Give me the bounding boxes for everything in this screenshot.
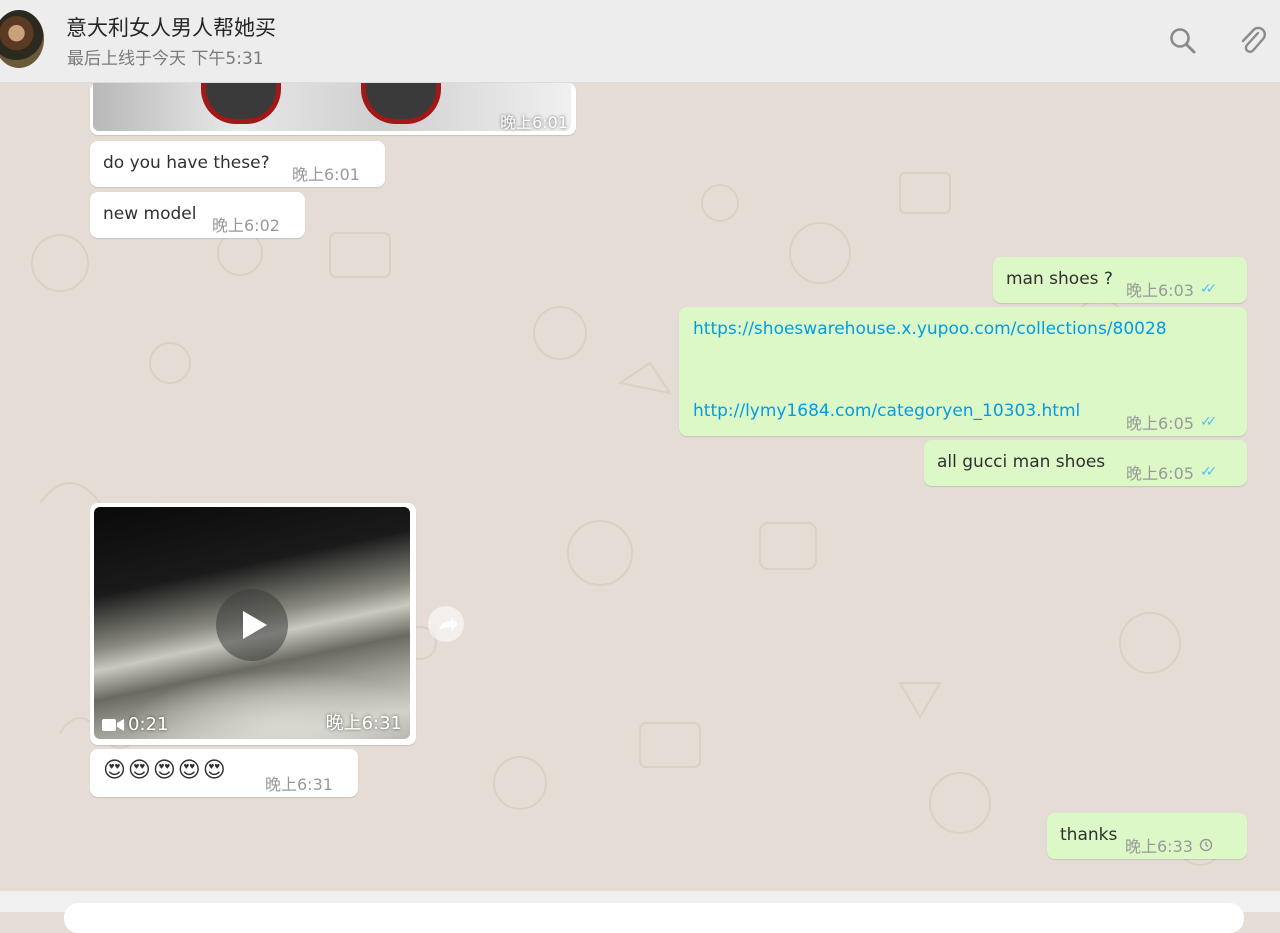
message-time: 晚上6:01: [500, 113, 568, 132]
message-meta: 晚上6:33: [1125, 833, 1213, 857]
last-seen-status: 最后上线于今天 下午5:31: [67, 49, 264, 69]
message-input[interactable]: [64, 903, 1244, 933]
message-time: 晚上6:31: [325, 713, 402, 734]
double-check-icon: ✓✓: [1199, 281, 1218, 297]
outgoing-message[interactable]: all gucci man shoes 晚上6:05 ✓✓: [924, 440, 1247, 486]
message-time: 晚上6:05: [1126, 464, 1194, 483]
message-time: 晚上6:01: [292, 165, 360, 184]
incoming-image-message[interactable]: 晚上6:01: [90, 83, 576, 135]
video-camera-icon: [102, 718, 124, 731]
incoming-message[interactable]: do you have these? 晚上6:01: [90, 141, 385, 187]
incoming-video-message[interactable]: 0:21 晚上6:31: [90, 503, 416, 745]
contact-name[interactable]: 意大利女人男人帮她买: [66, 12, 276, 42]
message-text: man shoes ?: [1006, 269, 1113, 289]
video-thumbnail[interactable]: 0:21 晚上6:31: [94, 507, 410, 739]
message-text: new model: [103, 204, 197, 224]
forward-icon[interactable]: [428, 606, 464, 642]
message-emoji: 😍😍😍😍😍: [103, 758, 228, 783]
double-check-icon: ✓✓: [1199, 414, 1218, 430]
search-icon[interactable]: [1166, 24, 1200, 58]
incoming-message[interactable]: new model 晚上6:02: [90, 192, 305, 238]
message-meta: 晚上6:03 ✓✓: [1126, 277, 1218, 301]
video-duration: 0:21: [102, 714, 168, 735]
message-text: do you have these?: [103, 153, 270, 173]
outgoing-message[interactable]: https://shoeswarehouse.x.yupoo.com/colle…: [679, 307, 1247, 436]
compose-bar: [0, 891, 1280, 933]
paperclip-icon[interactable]: [1236, 24, 1270, 58]
message-link[interactable]: https://shoeswarehouse.x.yupoo.com/colle…: [693, 319, 1167, 339]
message-time: 晚上6:33: [1125, 837, 1193, 856]
message-list[interactable]: 晚上6:01 do you have these? 晚上6:01 new mod…: [0, 83, 1280, 891]
message-time: 晚上6:05: [1126, 414, 1194, 433]
incoming-message[interactable]: 😍😍😍😍😍 晚上6:31: [90, 749, 358, 797]
outgoing-message[interactable]: man shoes ? 晚上6:03 ✓✓: [993, 257, 1247, 303]
message-time: 晚上6:02: [212, 216, 280, 235]
avatar[interactable]: [0, 10, 44, 68]
clock-pending-icon: [1199, 838, 1213, 852]
message-meta: 晚上6:05 ✓✓: [1126, 460, 1218, 484]
outgoing-message[interactable]: thanks 晚上6:33: [1047, 813, 1247, 859]
message-text: thanks: [1060, 825, 1118, 845]
message-time: 晚上6:31: [265, 775, 333, 794]
message-meta: 晚上6:05 ✓✓: [1126, 410, 1218, 434]
message-link[interactable]: http://lymy1684.com/categoryen_10303.htm…: [693, 401, 1080, 421]
message-text: all gucci man shoes: [937, 452, 1106, 472]
chat-header: 意大利女人男人帮她买 最后上线于今天 下午5:31: [0, 0, 1280, 83]
double-check-icon: ✓✓: [1199, 464, 1218, 480]
play-icon[interactable]: [216, 589, 288, 661]
message-time: 晚上6:03: [1126, 281, 1194, 300]
